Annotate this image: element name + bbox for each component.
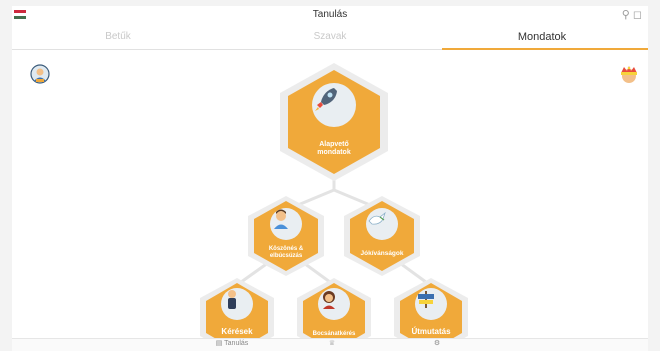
lesson-alapveto-mondatok[interactable]: Alapvető mondatok — [278, 61, 390, 183]
app-screen: Tanulás ⚲ ◻ Betűk Szavak Mondatok Alapve… — [12, 6, 648, 351]
top-bar: Tanulás ⚲ ◻ — [12, 6, 648, 26]
tab-bar: Betűk Szavak Mondatok — [12, 27, 648, 50]
trophy-icon: ♕ — [328, 340, 336, 347]
lesson-jokivansagok[interactable]: Jókívánságok — [342, 194, 422, 278]
bottom-tab-trophy[interactable]: ♕ — [302, 339, 362, 347]
lesson-label: Alapvető mondatok — [317, 141, 351, 156]
book-icon: ▤ — [215, 340, 223, 347]
lesson-label: Bocsánatkérés — [312, 331, 356, 337]
lesson-label: Útmutatás — [411, 327, 451, 336]
bottom-tab-tanulas[interactable]: ▤ Tanulás — [202, 339, 262, 347]
lesson-label: Köszönés & elbúcsúzás — [268, 246, 304, 259]
settings-icon: ⚙ — [433, 340, 441, 347]
rocket-icon — [312, 83, 356, 127]
top-icons: ⚲ ◻ — [622, 8, 642, 21]
search-icon[interactable]: ⚲ — [622, 9, 630, 21]
tab-mondatok[interactable]: Mondatok — [436, 27, 648, 49]
dove-icon — [366, 208, 398, 240]
lesson-koszones-elbucsuzas[interactable]: Köszönés & elbúcsúzás — [246, 194, 326, 278]
tab-betuk[interactable]: Betűk — [12, 27, 224, 49]
page-title: Tanulás — [312, 9, 348, 20]
bottom-navigation: ▤ Tanulás ♕ ⚙ — [12, 338, 648, 351]
girl-icon — [318, 288, 350, 320]
boy-icon — [270, 208, 302, 240]
sign-icon — [415, 288, 447, 320]
lesson-label: Kérések — [221, 327, 253, 336]
lesson-label: Jókívánságok — [360, 250, 404, 257]
tab-szavak[interactable]: Szavak — [224, 27, 436, 49]
man-icon — [221, 288, 253, 320]
bell-icon[interactable]: ◻ — [633, 9, 642, 21]
bottom-tab-settings[interactable]: ⚙ — [407, 339, 467, 347]
